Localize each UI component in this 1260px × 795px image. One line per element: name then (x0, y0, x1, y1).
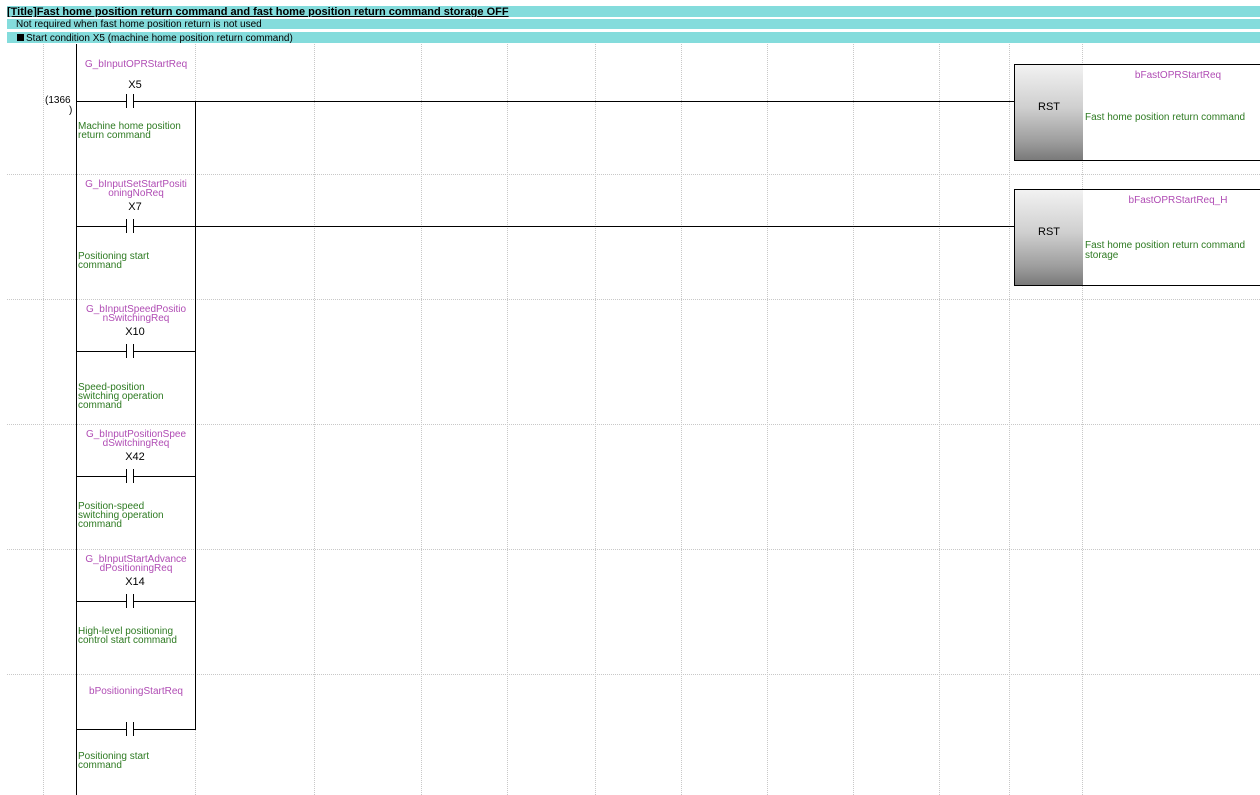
contact-device: X5 (128, 79, 142, 91)
contact-wire-left (77, 476, 126, 477)
contact-bar-left (126, 94, 127, 108)
contact-label: G_bInputSetStartPositi oningNoReq (85, 179, 187, 199)
contact-wire-left (77, 601, 126, 602)
grid-column-line (939, 44, 940, 795)
contact-bar-left (126, 344, 127, 358)
instruction-shade (1015, 65, 1083, 160)
operand-comment: Fast home position return command (1085, 112, 1246, 123)
contact-label: bPositioningStartReq (89, 686, 183, 697)
rung-wire-to-coil-1 (196, 101, 1014, 102)
contact-comment: Machine home position return command (78, 121, 181, 141)
statement-bar: Start condition X5 (machine home positio… (7, 31, 1260, 44)
contact-wire-right (134, 476, 196, 477)
contact-label: G_bInputPositionSpee dSwitchingReq (85, 429, 187, 449)
contact-bar-left (126, 219, 127, 233)
contact-label: G_bInputStartAdvance dPositioningReq (85, 554, 187, 574)
instruction-shade (1015, 190, 1083, 285)
contact-wire-left (77, 729, 126, 730)
grid-column-line (681, 44, 682, 795)
note-comment-text: Not required when fast home position ret… (16, 19, 262, 30)
grid-column-line (43, 44, 44, 795)
operand-label: bFastOPRStartReq (1134, 70, 1222, 81)
contact-bar-left (126, 594, 127, 608)
left-power-rail (76, 44, 77, 795)
instruction-name: RST (1038, 225, 1060, 238)
operand-comment: Fast home position return command storage (1085, 240, 1246, 261)
contact-device: X10 (125, 326, 145, 338)
contact-bar-left (126, 722, 127, 736)
grid-column-line (595, 44, 596, 795)
step-number: (1366) (45, 95, 73, 116)
contact-comment: Positioning start command (78, 251, 150, 271)
contact-comment: Positioning start command (78, 751, 150, 771)
statement-text: Start condition X5 (machine home positio… (26, 33, 293, 44)
contact-comment: Speed-position switching operation command (78, 382, 164, 411)
grid-column-line (314, 44, 315, 795)
contact-device: X7 (128, 201, 142, 213)
contact-wire-left (77, 226, 126, 227)
grid-column-line (767, 44, 768, 795)
operand-label: bFastOPRStartReq_H (1128, 195, 1228, 206)
contact-wire-right (134, 101, 196, 102)
program-title-bar: [Title]Fast home position return command… (7, 6, 1260, 18)
title-text: Fast home position return command and fa… (36, 6, 509, 18)
statement-square-icon (17, 34, 24, 41)
grid-column-line (1009, 44, 1010, 795)
contact-wire-right (134, 601, 196, 602)
contact-comment: Position-speed switching operation command (78, 501, 164, 530)
contact-wire-right (134, 729, 196, 730)
grid-column-line (853, 44, 854, 795)
contact-wire-left (77, 351, 126, 352)
note-comment-bar: Not required when fast home position ret… (7, 19, 1260, 30)
contact-wire-right (134, 226, 196, 227)
contact-bar-left (126, 469, 127, 483)
rung-wire-to-coil-2 (196, 226, 1014, 227)
instruction-name: RST (1038, 100, 1060, 113)
contact-comment: High-level positioning control start comm… (78, 626, 177, 646)
contact-wire-left (77, 101, 126, 102)
title-prefix: [Title] (7, 6, 37, 18)
grid-column-line (421, 44, 422, 795)
contact-label: G_bInputSpeedPositio nSwitchingReq (85, 304, 187, 324)
contact-label: G_bInputOPRStartReq (84, 59, 188, 70)
contact-device: X42 (125, 451, 145, 463)
contact-device: X14 (125, 576, 145, 588)
rst-instruction-block-2[interactable]: RST bFastOPRStartReq_H Fast home positio… (1014, 189, 1260, 286)
rst-instruction-block-1[interactable]: RST bFastOPRStartReq Fast home position … (1014, 64, 1260, 161)
contact-wire-right (134, 351, 196, 352)
grid-column-line (507, 44, 508, 795)
